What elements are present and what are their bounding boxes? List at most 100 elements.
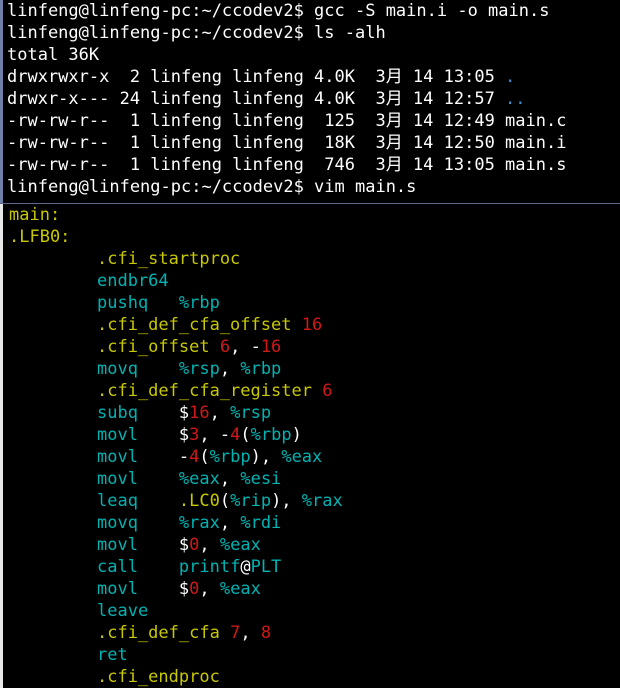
- asm-line: movq %rsp, %rbp: [97, 358, 281, 380]
- asm-op: .cfi_endproc: [97, 667, 220, 687]
- asm-line: .cfi_def_cfa_offset 16: [97, 314, 322, 336]
- asm-op: movl: [97, 535, 138, 555]
- shell-line-text: total 36K: [7, 45, 100, 65]
- asm-op: subq: [97, 403, 138, 423]
- asm-operand: (: [219, 491, 231, 511]
- asm-operand: , -: [199, 425, 231, 445]
- asm-op: .cfi_def_cfa_offset: [97, 315, 292, 335]
- asm-line: call printf@PLT: [97, 556, 281, 578]
- asm-op: ret: [97, 645, 128, 665]
- shell-output-pane: linfeng@linfeng-pc:~/ccodev2$ gcc -S mai…: [0, 0, 620, 204]
- vim-editor-pane[interactable]: main: .LFB0: .cfi_startproc endbr64 pushq …: [0, 204, 620, 688]
- asm-op: .cfi_offset: [97, 337, 210, 357]
- asm-op: movl: [97, 447, 138, 467]
- asm-operand: , -: [230, 337, 261, 357]
- asm-line: leave: [97, 600, 148, 622]
- asm-op: leave: [97, 601, 149, 621]
- asm-operand: ,: [219, 513, 241, 533]
- asm-line: movl $3, -4(%rbp): [97, 424, 302, 446]
- asm-line: .cfi_startproc: [97, 248, 240, 270]
- asm-operand: %rdi: [240, 513, 282, 533]
- asm-operand: %rax: [301, 491, 343, 511]
- shell-line: drwxrwxr-x 2 linfeng linfeng 4.0K 3月 14 …: [7, 66, 515, 88]
- asm-operand: %rip: [230, 491, 272, 511]
- asm-operand: %rax: [178, 513, 220, 533]
- shell-line: total 36K: [7, 44, 99, 66]
- shell-line-text: linfeng@linfeng-pc:~/ccodev2$ ls -alh: [7, 23, 386, 43]
- shell-line-text: linfeng@linfeng-pc:~/ccodev2$ gcc -S mai…: [7, 1, 550, 21]
- asm-operand: $: [178, 403, 190, 423]
- asm-line: endbr64: [97, 270, 169, 292]
- asm-operand: %rbp: [209, 447, 251, 467]
- asm-op: movl: [97, 469, 138, 489]
- asm-operand: $: [178, 579, 190, 599]
- asm-operand: ,: [219, 359, 241, 379]
- asm-operand: 4: [189, 447, 200, 467]
- asm-operand: %rbp: [178, 293, 220, 313]
- asm-operand: 8: [260, 623, 272, 643]
- shell-line-text: -rw-rw-r-- 1 linfeng linfeng 746 3月 14 1…: [7, 155, 567, 175]
- asm-operand: .LC0: [178, 491, 220, 511]
- asm-operand: 16: [260, 337, 282, 357]
- asm-operand: (: [240, 425, 251, 445]
- label-main: main:: [9, 205, 61, 225]
- shell-line: -rw-rw-r-- 1 linfeng linfeng 125 3月 14 1…: [7, 110, 566, 132]
- asm-operand: %eax: [219, 535, 261, 555]
- asm-operand: %rsp: [178, 359, 220, 379]
- asm-line: movl -4(%rbp), %eax: [97, 446, 322, 468]
- asm-operand: ,: [209, 403, 231, 423]
- shell-line: linfeng@linfeng-pc:~/ccodev2$ gcc -S mai…: [7, 0, 549, 22]
- shell-line-text: -rw-rw-r-- 1 linfeng linfeng 125 3月 14 1…: [7, 111, 567, 131]
- asm-operand: ,: [199, 535, 220, 555]
- asm-operand: ),: [250, 447, 282, 467]
- asm-line: movl $0, %eax: [97, 534, 261, 556]
- asm-operand: %rbp: [240, 359, 282, 379]
- shell-line: -rw-rw-r-- 1 linfeng linfeng 18K 3月 14 1…: [7, 132, 566, 154]
- shell-line: drwxr-x--- 24 linfeng linfeng 4.0K 3月 14…: [7, 88, 526, 110]
- asm-operand: %eax: [281, 447, 323, 467]
- asm-operand: %rbp: [250, 425, 292, 445]
- asm-line: movl %eax, %esi: [97, 468, 281, 490]
- asm-operand: $: [178, 425, 190, 445]
- shell-line-text: linfeng@linfeng-pc:~/ccodev2$ vim main.s: [7, 177, 417, 197]
- asm-operand: 4: [230, 425, 241, 445]
- asm-operand: 0: [189, 535, 200, 555]
- asm-operand: ,: [199, 579, 220, 599]
- asm-operand: %eax: [178, 469, 220, 489]
- asm-op: leaq: [97, 491, 138, 511]
- directory-name: ..: [505, 89, 526, 109]
- label-lfb0: .LFB0:: [9, 227, 71, 247]
- asm-operand: %rsp: [230, 403, 272, 423]
- asm-line: ret: [97, 644, 128, 666]
- asm-op: .cfi_def_cfa: [97, 623, 220, 643]
- asm-op: movl: [97, 579, 138, 599]
- asm-line: leaq .LC0(%rip), %rax: [97, 490, 343, 512]
- asm-operand: ,: [240, 623, 261, 643]
- asm-line: subq $16, %rsp: [97, 402, 271, 424]
- asm-operand: 7: [230, 623, 241, 643]
- asm-operand: 16: [301, 315, 323, 335]
- shell-line: -rw-rw-r-- 1 linfeng linfeng 746 3月 14 1…: [7, 154, 566, 176]
- asm-op: movq: [97, 513, 138, 533]
- asm-operand: ),: [271, 491, 302, 511]
- directory-name: .: [505, 67, 516, 87]
- asm-operand: 16: [189, 403, 210, 423]
- asm-operand: %eax: [219, 579, 261, 599]
- shell-line-text: drwxrwxr-x 2 linfeng linfeng 4.0K 3月 14 …: [7, 67, 506, 87]
- asm-line: .cfi_def_cfa_register 6: [97, 380, 332, 402]
- asm-operand: 6: [322, 381, 333, 401]
- asm-operand: -: [178, 447, 190, 467]
- asm-operand: 0: [189, 579, 200, 599]
- asm-line: .cfi_offset 6, -16: [97, 336, 281, 358]
- shell-line: linfeng@linfeng-pc:~/ccodev2$ ls -alh: [7, 22, 386, 44]
- asm-op: .cfi_startproc: [97, 249, 241, 269]
- asm-operand: PLT: [250, 557, 282, 577]
- asm-operand: (: [199, 447, 210, 467]
- asm-line: movq %rax, %rdi: [97, 512, 281, 534]
- asm-operand: 3: [189, 425, 200, 445]
- asm-operand: %esi: [240, 469, 282, 489]
- asm-op: pushq: [97, 293, 149, 313]
- asm-op: call: [97, 557, 138, 577]
- asm-operand: @: [240, 557, 251, 577]
- shell-line-text: drwxr-x--- 24 linfeng linfeng 4.0K 3月 14…: [7, 89, 506, 109]
